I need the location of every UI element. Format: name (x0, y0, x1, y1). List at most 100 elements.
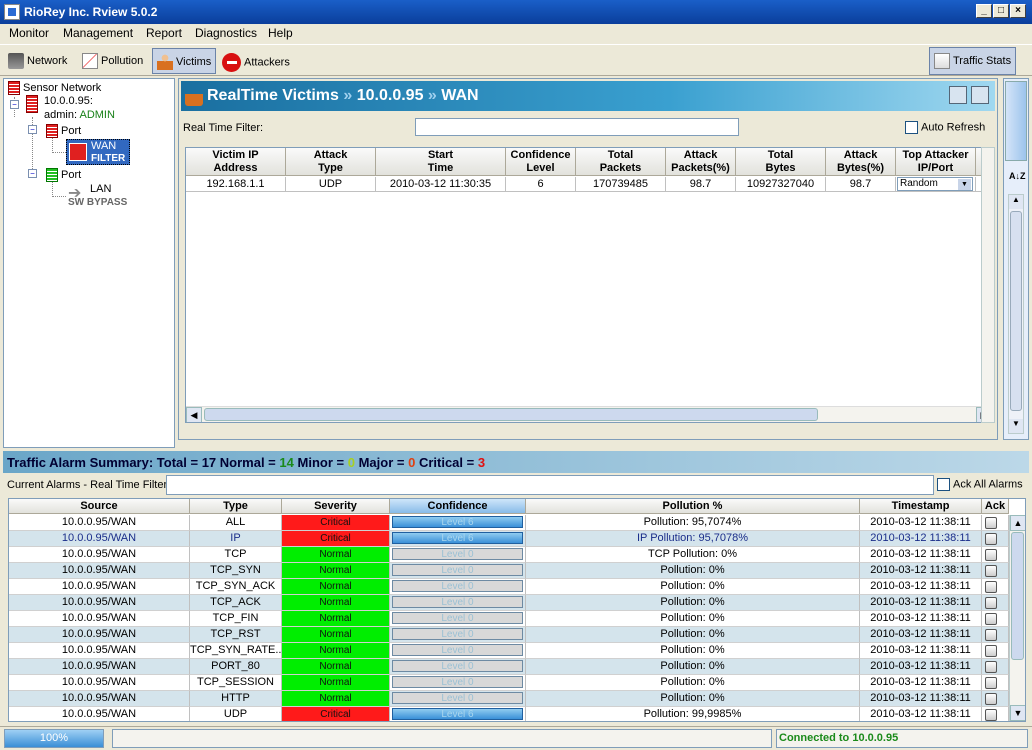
side-scrollbar[interactable]: ▲ ▼ (1008, 194, 1024, 434)
column-header[interactable]: Attack Type (286, 148, 376, 176)
column-header[interactable]: Attack Bytes(%) (826, 148, 896, 176)
summary-total: Traffic Alarm Summary: Total = 17 (7, 455, 217, 470)
attackers-label: Attackers (244, 56, 290, 69)
scroll-down-icon[interactable]: ▼ (1010, 705, 1025, 721)
attackers-button[interactable]: Attackers (218, 48, 294, 74)
ack-checkbox[interactable] (985, 677, 997, 689)
source-cell: 10.0.0.95/WAN (9, 643, 190, 659)
alarm-filter-input[interactable] (166, 475, 934, 495)
top-attacker-select[interactable]: Random ▼ (897, 177, 973, 191)
traffic-stats-button[interactable]: Traffic Stats (929, 47, 1017, 75)
scroll-up-icon[interactable]: ▲ (1010, 515, 1025, 531)
scroll-thumb[interactable] (1010, 211, 1022, 411)
scroll-thumb[interactable] (204, 408, 818, 421)
menu-help[interactable]: Help (268, 26, 293, 40)
table-row[interactable]: 10.0.0.95/WAN TCP_FIN Normal Level 0 Polluti… (9, 611, 1009, 627)
table-row[interactable]: 10.0.0.95/WAN TCP_SYN_ACK Normal Level 0 Pol… (9, 579, 1009, 595)
pollution-cell: Pollution: 0% (526, 563, 860, 579)
ack-checkbox[interactable] (985, 549, 997, 561)
chart-icon (82, 53, 98, 69)
column-header[interactable]: Start Time (376, 148, 506, 176)
column-header-timestamp[interactable]: Timestamp (860, 499, 982, 514)
ack-checkbox[interactable] (985, 645, 997, 657)
column-header[interactable]: Total Bytes (736, 148, 826, 176)
column-header-line2: Bytes(%) (836, 162, 885, 174)
ack-checkbox[interactable] (985, 581, 997, 593)
scroll-left-icon[interactable]: ◀ (186, 407, 202, 422)
tree-root[interactable]: Sensor Network (8, 81, 101, 95)
collapse-toggle[interactable]: − (28, 169, 37, 178)
severity-cell: Critical (282, 515, 390, 531)
type-cell: TCP_ACK (190, 595, 282, 611)
menu-report[interactable]: Report (146, 26, 182, 40)
column-header-type[interactable]: Type (190, 499, 282, 514)
sort-icon[interactable]: A↓Z (1009, 171, 1026, 181)
victims-button[interactable]: Victims (152, 48, 217, 74)
ack-checkbox[interactable] (985, 613, 997, 625)
table-row[interactable]: 10.0.0.95/WAN PORT_80 Normal Level 0 Polluti… (9, 659, 1009, 675)
table-row[interactable]: 10.0.0.95/WAN TCP Normal Level 0 TCP Polluti… (9, 547, 1009, 563)
column-header-ack[interactable]: Ack (982, 499, 1009, 514)
column-header[interactable]: Victim IP Address (186, 148, 286, 176)
menu-diagnostics[interactable]: Diagnostics (195, 26, 257, 40)
ack-checkbox[interactable] (985, 565, 997, 577)
column-header[interactable]: Total Packets (576, 148, 666, 176)
close-button[interactable]: × (1010, 4, 1026, 18)
auto-refresh-checkbox[interactable]: Auto Refresh (905, 121, 985, 134)
column-header-source[interactable]: Source (9, 499, 190, 514)
vertical-scrollbar[interactable] (981, 147, 995, 423)
table-row[interactable]: 10.0.0.95/WAN TCP_RST Normal Level 0 Polluti… (9, 627, 1009, 643)
table-row[interactable]: 10.0.0.95/WAN UDP Critical Level 6 Pollution… (9, 707, 1009, 721)
ack-all-checkbox[interactable]: Ack All Alarms (937, 478, 1023, 491)
table-cell: UDP (286, 177, 376, 192)
export-icon[interactable] (949, 86, 967, 104)
victims-filter-input[interactable] (415, 118, 739, 136)
ack-checkbox[interactable] (985, 597, 997, 609)
column-header[interactable]: Top Attacker IP/Port (896, 148, 976, 176)
menu-management[interactable]: Management (63, 26, 133, 40)
horizontal-scrollbar[interactable]: ◀▶ (186, 406, 992, 422)
pollution-cell: Pollution: 0% (526, 611, 860, 627)
scroll-down-icon[interactable]: ▼ (1009, 419, 1023, 433)
table-row[interactable]: 10.0.0.95/WAN HTTP Normal Level 0 Pollution:… (9, 691, 1009, 707)
checklist-tab[interactable] (1005, 81, 1027, 161)
scroll-thumb[interactable] (1011, 532, 1024, 660)
ack-checkbox[interactable] (985, 533, 997, 545)
column-header[interactable]: Attack Packets(%) (666, 148, 736, 176)
table-row[interactable]: 10.0.0.95/WAN TCP_SYN_RATE... Normal Level … (9, 643, 1009, 659)
alarm-scrollbar[interactable]: ▲ ▼ (1009, 515, 1025, 721)
column-header[interactable]: Confidence Level (506, 148, 576, 176)
ack-checkbox[interactable] (985, 661, 997, 673)
table-row[interactable]: 10.0.0.95/WAN ALL Critical Level 6 Pollution… (9, 515, 1009, 531)
timestamp-cell: 2010-03-12 11:38:11 (860, 579, 982, 595)
collapse-toggle[interactable]: − (10, 100, 19, 109)
minimize-button[interactable]: _ (976, 4, 992, 18)
maximize-button[interactable]: □ (993, 4, 1009, 18)
tree-port-wan[interactable]: Port (46, 124, 81, 138)
table-row[interactable]: 10.0.0.95/WAN TCP_SYN Normal Level 0 Polluti… (9, 563, 1009, 579)
pollution-button[interactable]: Pollution (78, 48, 147, 74)
ack-checkbox[interactable] (985, 629, 997, 641)
column-header-pollution[interactable]: Pollution % (526, 499, 860, 514)
tree-wan-label: WAN (91, 140, 117, 152)
ack-cell (982, 531, 1009, 547)
ack-checkbox[interactable] (985, 693, 997, 705)
menu-monitor[interactable]: Monitor (9, 26, 49, 40)
tree-port-lan[interactable]: Port (46, 168, 81, 182)
tree-wan-node[interactable]: WAN FILTER (66, 139, 130, 165)
collapse-toggle[interactable]: − (28, 125, 37, 134)
scroll-up-icon[interactable]: ▲ (1009, 195, 1023, 209)
victims-icon (157, 54, 173, 70)
column-header-line2: Type (318, 162, 343, 174)
column-header-confidence[interactable]: Confidence (390, 499, 526, 514)
tree-host[interactable]: 10.0.0.95: admin: ADMIN (26, 95, 115, 121)
column-header-severity[interactable]: Severity (282, 499, 390, 514)
table-row[interactable]: 10.0.0.95/WAN IP Critical Level 6 IP Polluti… (9, 531, 1009, 547)
ack-checkbox[interactable] (985, 517, 997, 529)
table-row[interactable]: 10.0.0.95/WAN TCP_ACK Normal Level 0 Polluti… (9, 595, 1009, 611)
network-button[interactable]: Network (4, 48, 71, 74)
severity-cell: Normal (282, 611, 390, 627)
table-row[interactable]: 10.0.0.95/WAN TCP_SESSION Normal Level 0 Pol… (9, 675, 1009, 691)
ack-checkbox[interactable] (985, 709, 997, 721)
refresh-icon[interactable] (971, 86, 989, 104)
